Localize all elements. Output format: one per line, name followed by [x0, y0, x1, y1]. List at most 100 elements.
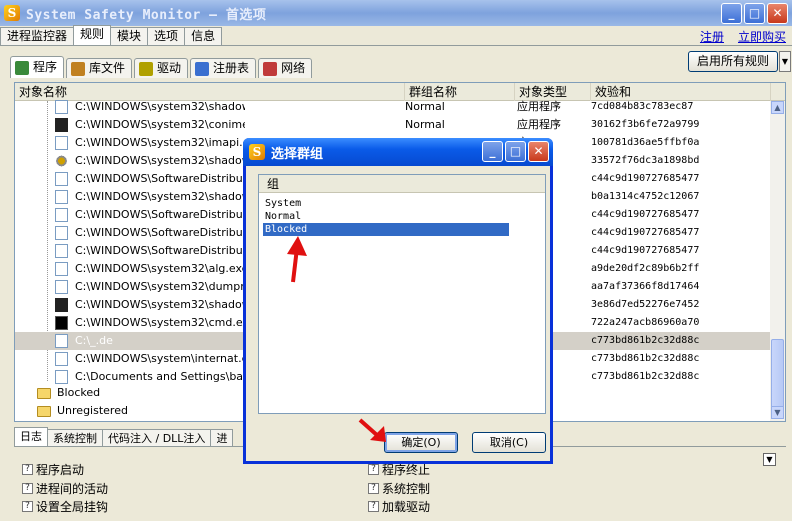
- checksum-cell: b0a1314c4752c12067: [591, 191, 699, 202]
- window-title: System Safety Monitor — 首选项: [26, 7, 267, 23]
- bottom-tabs: 日志 系统控制 代码注入 / DLL注入 进: [14, 427, 234, 447]
- option-system-control[interactable]: ? 系统控制: [368, 480, 430, 497]
- main-tabs: 进程监控器 规则 模块 选项 信息: [0, 25, 792, 46]
- gear-icon: [55, 154, 68, 168]
- file-icon: [55, 172, 68, 186]
- object-name-cell: C:\WINDOWS\system32\shadow\: [75, 190, 245, 203]
- app-icon: [55, 118, 68, 132]
- ok-button[interactable]: 确定(O): [384, 432, 458, 453]
- option-interprocess-activity[interactable]: ? 进程间的活动: [22, 480, 108, 497]
- buy-now-link[interactable]: 立即购买: [738, 28, 786, 45]
- object-name-cell: C:\WINDOWS\system32\imapi.exe: [75, 136, 245, 149]
- tab-libraries-label: 库文件: [89, 61, 126, 75]
- tab-network[interactable]: 网络: [258, 58, 313, 78]
- tab-registry-label: 注册表: [213, 61, 250, 75]
- app-logo-icon: S: [4, 5, 20, 21]
- dialog-title-bar: S 选择群组 _ □ ✕: [243, 138, 553, 166]
- object-name-cell: C:\WINDOWS\SoftwareDistribution: [75, 172, 245, 185]
- checksum-cell: c773bd861b2c32d88c: [591, 353, 699, 364]
- tab-drivers[interactable]: 驱动: [134, 58, 189, 78]
- dialog-close-button[interactable]: ✕: [528, 141, 549, 162]
- scroll-up-button[interactable]: ▲: [771, 101, 784, 114]
- option-program-start[interactable]: ? 程序启动: [22, 461, 84, 478]
- select-group-dialog: S 选择群组 _ □ ✕ 组 System Normal Blocked 确定(…: [243, 138, 553, 464]
- option-label: 设置全局挂钩: [36, 500, 109, 514]
- help-icon: ?: [368, 483, 379, 494]
- dialog-minimize-button[interactable]: _: [482, 141, 503, 162]
- tab-registry[interactable]: 注册表: [190, 58, 257, 78]
- table-row[interactable]: C:\WINDOWS\system32\shadow\InstallShadow…: [15, 98, 770, 116]
- title-bar: S System Safety Monitor — 首选项 _ □ ✕: [0, 0, 792, 26]
- checksum-cell: 7cd084b83c783ec87: [591, 101, 694, 112]
- maximize-button[interactable]: □: [744, 3, 765, 24]
- file-icon: [55, 352, 68, 366]
- checksum-cell: 30162f3b6fe72a9799: [591, 119, 699, 130]
- tab-options[interactable]: 选项: [147, 27, 186, 45]
- library-icon: [71, 61, 86, 76]
- rule-type-tabs: 程序 库文件 驱动 注册表 网络: [10, 56, 314, 78]
- folder-label: Blocked: [57, 386, 101, 399]
- object-name-cell: C:\WINDOWS\system32\conime.exe: [75, 118, 245, 131]
- file-icon: [55, 136, 68, 150]
- scroll-down-button[interactable]: ▼: [771, 406, 784, 419]
- tab-modules[interactable]: 模块: [110, 27, 149, 45]
- close-button[interactable]: ✕: [767, 3, 788, 24]
- object-type-cell: 应用程序: [517, 100, 561, 113]
- tab-log[interactable]: 日志: [14, 427, 48, 447]
- cancel-button[interactable]: 取消(C): [472, 432, 546, 453]
- tab-rules[interactable]: 规则: [73, 25, 112, 45]
- checksum-cell: 100781d36ae5ffbf0a9: [591, 137, 699, 148]
- network-icon: [263, 61, 278, 76]
- group-column-header[interactable]: 组: [259, 175, 545, 193]
- object-name-cell: C:\WINDOWS\system32\shadow\: [75, 154, 245, 167]
- scroll-thumb[interactable]: [771, 339, 784, 409]
- group-name-cell: Normal: [405, 100, 445, 113]
- red-arrow-annotation: [287, 236, 307, 283]
- option-label: 程序启动: [36, 463, 85, 477]
- tab-drivers-label: 驱动: [157, 61, 182, 75]
- object-name-cell: C:\WINDOWS\SoftwareDistribution: [75, 226, 245, 239]
- tab-libraries[interactable]: 库文件: [66, 58, 133, 78]
- register-link[interactable]: 注册: [700, 28, 724, 45]
- tab-network-label: 网络: [281, 61, 306, 75]
- object-name-cell: C:\WINDOWS\system32\shadow\InstallShadow…: [75, 100, 245, 113]
- option-global-hooks[interactable]: ? 设置全局挂钩: [22, 498, 108, 515]
- object-name-cell: C:\WINDOWS\system\internat.exe: [75, 352, 245, 365]
- help-icon: ?: [22, 483, 33, 494]
- group-item-system[interactable]: System: [263, 197, 509, 210]
- table-row[interactable]: C:\WINDOWS\system32\conime.exe Normal 应用程序…: [15, 116, 770, 134]
- dialog-title: 选择群组: [271, 146, 324, 162]
- option-load-driver[interactable]: ? 加载驱动: [368, 498, 430, 515]
- collapse-panel-button[interactable]: ▼: [763, 453, 776, 466]
- object-name-cell: C:\WINDOWS\SoftwareDistribution: [75, 208, 245, 221]
- object-name-cell: C:\WINDOWS\system32\alg.exe: [75, 262, 245, 275]
- object-name-cell: C:\_.de: [75, 334, 113, 347]
- tab-system-control[interactable]: 系统控制: [47, 429, 103, 447]
- tab-process-monitor[interactable]: 进程监控器: [0, 27, 75, 45]
- tab-process[interactable]: 进: [210, 429, 234, 447]
- dialog-maximize-button[interactable]: □: [505, 141, 526, 162]
- object-type-cell: 应用程序: [517, 118, 561, 131]
- program-icon: [15, 60, 29, 75]
- checksum-cell: 33572f76dc3a1898bd: [591, 155, 699, 166]
- enable-all-rules-button[interactable]: 启用所有规则: [688, 51, 778, 72]
- tab-programs[interactable]: 程序: [10, 56, 65, 78]
- checksum-cell: aa7af37366f8d17464b: [591, 281, 699, 292]
- enable-rules-dropdown-button[interactable]: ▼: [779, 51, 791, 72]
- tab-info[interactable]: 信息: [184, 27, 223, 45]
- file-icon: [55, 100, 68, 114]
- object-name-cell: C:\WINDOWS\system32\shadow\: [75, 298, 245, 311]
- vertical-scrollbar[interactable]: ▲ ▼: [770, 101, 785, 421]
- minimize-button[interactable]: _: [721, 3, 742, 24]
- help-icon: ?: [368, 501, 379, 512]
- option-label: 加载驱动: [382, 500, 431, 514]
- checksum-cell: 3e86d7ed52276e7452: [591, 299, 699, 310]
- checksum-cell: c44c9d190727685477: [591, 209, 699, 220]
- registry-icon: [195, 61, 210, 76]
- tab-code-injection[interactable]: 代码注入 / DLL注入: [102, 429, 212, 447]
- group-item-normal[interactable]: Normal: [263, 210, 509, 223]
- help-icon: ?: [22, 501, 33, 512]
- object-name-cell: C:\WINDOWS\SoftwareDistribution: [75, 244, 245, 257]
- option-label: 系统控制: [382, 482, 431, 496]
- red-arrow-annotation: [358, 418, 386, 442]
